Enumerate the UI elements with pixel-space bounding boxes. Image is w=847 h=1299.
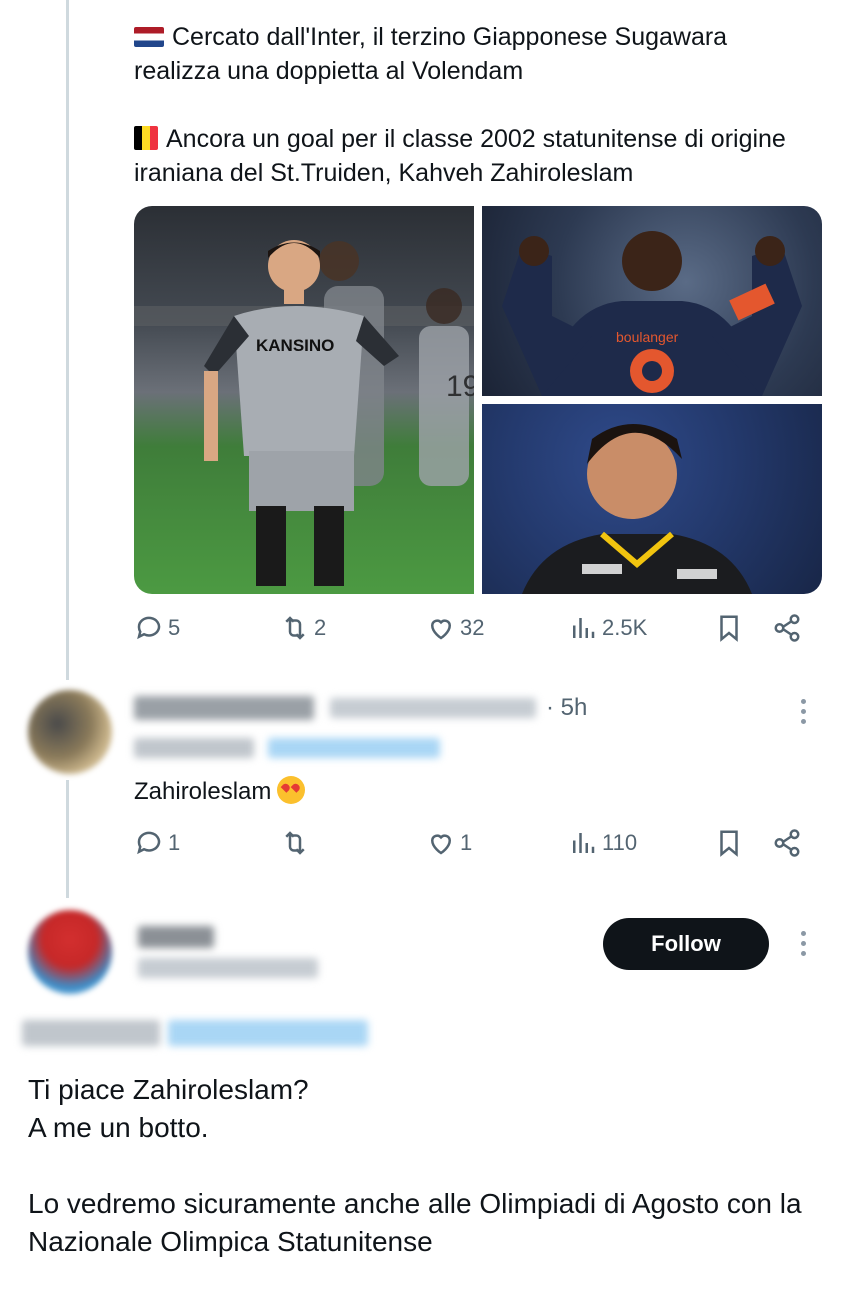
reply-like-count: 1 <box>460 830 473 855</box>
replying-to-handle[interactable] <box>268 738 440 758</box>
reply-icon <box>137 616 161 640</box>
jersey-sponsor-text-2: boulanger <box>616 329 679 345</box>
views-count: 2.5K <box>602 615 648 640</box>
post-line-1: Ti piace Zahiroleslam? <box>28 1074 309 1105</box>
reply-count: 5 <box>168 615 181 640</box>
reply-action-bar: 1 1 110 <box>134 828 814 868</box>
tweet-action-bar: 5 2 32 2.5K <box>134 613 814 653</box>
post-paragraph-2: Lo vedremo sicuramente anche alle Olimpi… <box>28 1188 802 1257</box>
heart-icon <box>430 619 452 640</box>
celebrating-player-illustration: boulanger <box>502 231 802 396</box>
tweet-text: Cercato dall'Inter, il terzino Giappones… <box>134 20 794 224</box>
post-paragraph-1: Ti piace Zahiroleslam? A me un botto. <box>28 1071 828 1147</box>
netherlands-flag-icon <box>134 27 164 47</box>
jersey-number-text: 19 <box>446 370 474 403</box>
tweet-line-1: Cercato dall'Inter, il terzino Giappones… <box>134 23 728 85</box>
reply-text-content: Zahiroleslam <box>134 778 272 805</box>
media-grid[interactable]: 19 KANSINO boulanger <box>134 206 822 594</box>
reply-text: Zahiroleslam <box>134 776 306 806</box>
author-handle[interactable] <box>138 958 318 978</box>
share-button[interactable] <box>772 613 802 643</box>
like-button[interactable]: 32 <box>426 613 484 643</box>
replying-to-label <box>134 738 254 758</box>
views-chart-icon <box>573 833 595 853</box>
share-icon <box>774 614 800 642</box>
belgium-flag-icon <box>134 126 158 150</box>
share-icon <box>774 829 800 857</box>
reply-icon <box>137 831 161 855</box>
views-button[interactable]: 2.5K <box>568 613 647 643</box>
jersey-sponsor-text: KANSINO <box>256 336 334 355</box>
author-display-name[interactable] <box>138 926 214 948</box>
football-player-illustration: 19 KANSINO <box>134 240 474 586</box>
repost-icon <box>285 616 305 640</box>
repost-icon <box>285 831 305 855</box>
reply-repost-button[interactable] <box>280 828 314 858</box>
reply-views-button[interactable]: 110 <box>568 828 637 858</box>
photo-zahiroleslam[interactable] <box>482 404 822 594</box>
bookmark-button[interactable] <box>714 613 744 643</box>
reply-avatar[interactable] <box>28 690 112 774</box>
post-text: Ti piace Zahiroleslam? A me un botto. Lo… <box>28 1071 828 1299</box>
thread-line-bottom <box>66 780 69 898</box>
tweet-line-2: Ancora un goal per il classe 2002 statun… <box>134 125 786 187</box>
heart-icon <box>430 834 452 855</box>
views-chart-icon <box>573 618 595 638</box>
smiling-player-illustration <box>522 424 752 594</box>
reply-views-count: 110 <box>602 830 638 855</box>
reply-more-icon[interactable] <box>801 699 807 729</box>
thread-line-top <box>66 0 69 680</box>
reply-reply-button[interactable]: 1 <box>134 828 180 858</box>
post-replying-to-label <box>22 1020 160 1046</box>
author-avatar[interactable] <box>28 910 112 994</box>
tweet-paragraph-1: Cercato dall'Inter, il terzino Giappones… <box>134 20 794 88</box>
tweet-paragraph-2: Ancora un goal per il classe 2002 statun… <box>134 122 794 190</box>
photo-sugawara[interactable]: 19 KANSINO <box>134 206 474 594</box>
reply-bookmark-button[interactable] <box>714 828 744 858</box>
reply-timestamp[interactable]: · 5h <box>546 694 587 722</box>
follow-button[interactable]: Follow <box>603 918 769 970</box>
reply-button[interactable]: 5 <box>134 613 180 643</box>
reply-display-name[interactable] <box>134 696 314 720</box>
post-replying-to-handle[interactable] <box>168 1020 368 1046</box>
post-line-2: A me un botto. <box>28 1112 209 1143</box>
reply-like-button[interactable]: 1 <box>426 828 472 858</box>
reply-reply-count: 1 <box>168 830 181 855</box>
reply-handle[interactable] <box>330 698 536 718</box>
heart-eyes-emoji-icon <box>277 776 306 804</box>
like-count: 32 <box>460 615 485 640</box>
repost-button[interactable]: 2 <box>280 613 326 643</box>
repost-count: 2 <box>314 615 327 640</box>
photo-celebrating-player[interactable]: boulanger <box>482 206 822 396</box>
bookmark-icon <box>720 615 738 642</box>
bookmark-icon <box>720 830 738 857</box>
reply-share-button[interactable] <box>772 828 802 858</box>
post-more-icon[interactable] <box>801 931 807 961</box>
